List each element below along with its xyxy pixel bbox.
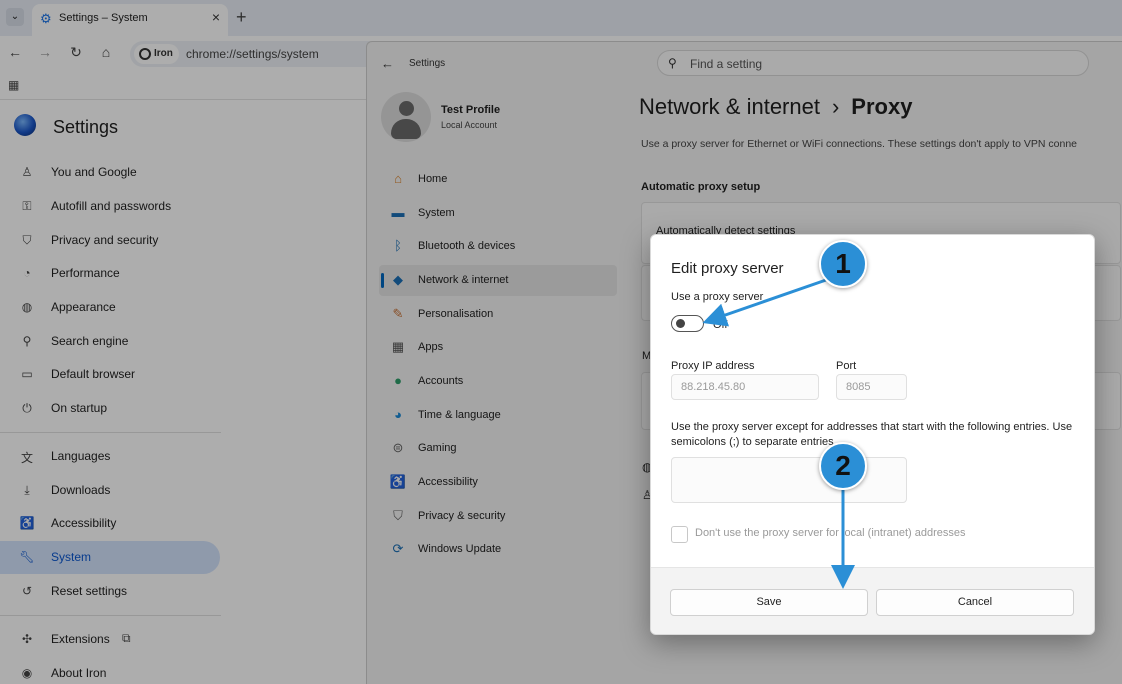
exceptions-note: Use the proxy server except for addresse… <box>671 421 1073 448</box>
annotation-badge-1: 1 <box>819 240 867 288</box>
cancel-button[interactable]: Cancel <box>876 589 1074 616</box>
proxy-ip-input[interactable]: 88.218.45.80 <box>671 374 819 400</box>
local-bypass-label: Don't use the proxy server for local (in… <box>695 527 966 539</box>
use-proxy-toggle[interactable] <box>671 315 704 332</box>
toggle-knob <box>676 319 685 328</box>
edit-proxy-dialog: Edit proxy server Use a proxy server Off… <box>650 234 1095 635</box>
save-button[interactable]: Save <box>670 589 868 616</box>
port-label: Port <box>836 360 857 372</box>
local-bypass-checkbox[interactable] <box>671 526 688 543</box>
port-input[interactable]: 8085 <box>836 374 907 400</box>
annotation-badge-2: 2 <box>819 442 867 490</box>
proxy-ip-value: 88.218.45.80 <box>681 381 746 393</box>
dialog-title: Edit proxy server <box>671 260 784 277</box>
exceptions-textarea[interactable] <box>671 457 907 503</box>
dialog-footer: Save Cancel <box>651 567 1094 634</box>
proxy-ip-label: Proxy IP address <box>671 360 755 372</box>
toggle-state-label: Off <box>713 319 728 331</box>
use-proxy-label: Use a proxy server <box>671 291 764 303</box>
port-value: 8085 <box>846 381 871 393</box>
